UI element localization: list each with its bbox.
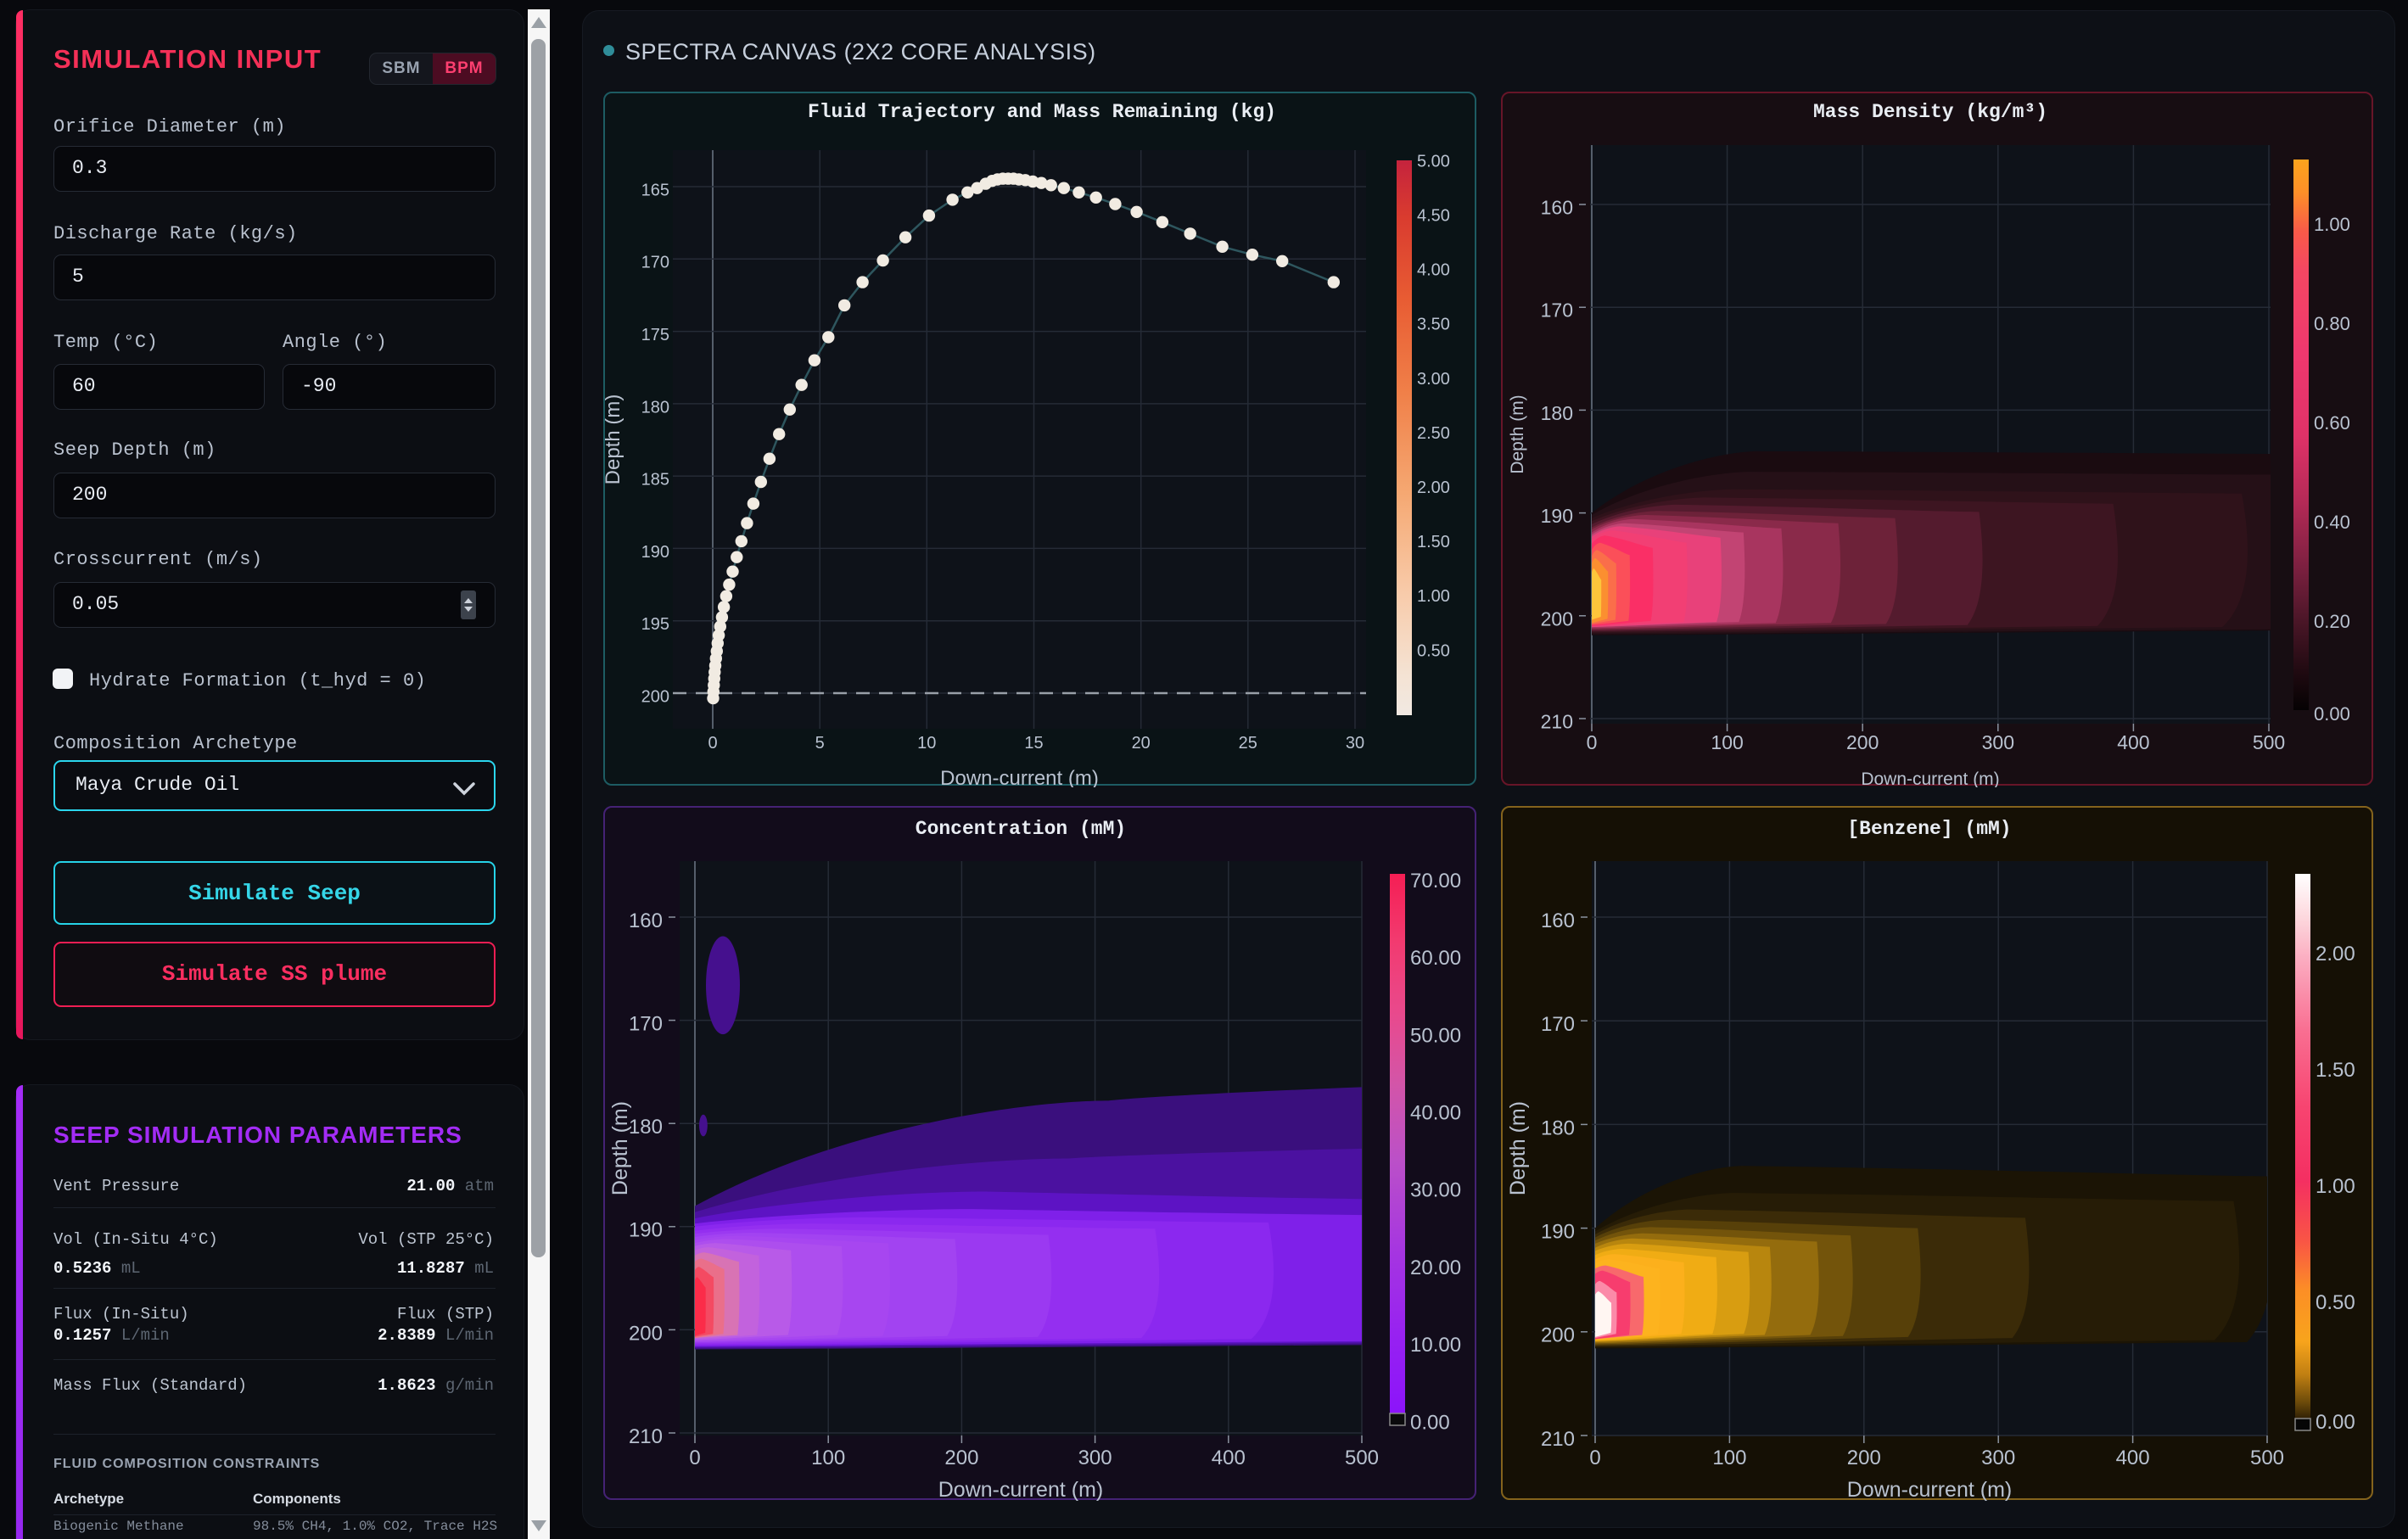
svg-text:200: 200 xyxy=(641,687,669,706)
svg-text:190: 190 xyxy=(629,1219,663,1242)
svg-text:165: 165 xyxy=(641,181,669,199)
svg-text:Down-current (m): Down-current (m) xyxy=(1861,770,1999,787)
svg-text:0.20: 0.20 xyxy=(2314,611,2350,632)
svg-text:1.00: 1.00 xyxy=(2314,214,2350,235)
svg-text:400: 400 xyxy=(1212,1447,1246,1469)
svg-text:195: 195 xyxy=(641,615,669,634)
svg-text:100: 100 xyxy=(811,1447,845,1469)
svg-text:Down-current (m): Down-current (m) xyxy=(940,767,1099,787)
svg-text:Down-current (m): Down-current (m) xyxy=(1847,1478,2012,1502)
svg-text:30: 30 xyxy=(1346,734,1364,753)
svg-text:210: 210 xyxy=(629,1425,663,1448)
svg-text:200: 200 xyxy=(1541,1324,1575,1347)
svg-text:5.00: 5.00 xyxy=(1417,152,1450,171)
svg-text:100: 100 xyxy=(1712,1447,1746,1469)
svg-text:20.00: 20.00 xyxy=(1410,1256,1461,1279)
svg-text:Down-current (m): Down-current (m) xyxy=(938,1478,1103,1502)
svg-text:5: 5 xyxy=(815,734,825,753)
svg-text:Concentration (mM): Concentration (mM) xyxy=(916,818,1126,840)
svg-text:170: 170 xyxy=(629,1013,663,1036)
svg-text:0.50: 0.50 xyxy=(2316,1291,2355,1314)
svg-text:160: 160 xyxy=(1541,909,1575,932)
svg-text:0: 0 xyxy=(708,734,717,753)
svg-text:210: 210 xyxy=(1541,1428,1575,1451)
svg-text:190: 190 xyxy=(1541,505,1573,527)
svg-text:0.80: 0.80 xyxy=(2314,313,2350,334)
svg-text:Depth (m): Depth (m) xyxy=(1506,1101,1530,1195)
svg-text:190: 190 xyxy=(1541,1221,1575,1244)
svg-text:190: 190 xyxy=(641,543,669,562)
svg-text:1.00: 1.00 xyxy=(2316,1175,2355,1198)
svg-text:3.00: 3.00 xyxy=(1417,370,1450,389)
svg-text:0.00: 0.00 xyxy=(2316,1411,2355,1434)
svg-text:185: 185 xyxy=(641,471,669,490)
svg-text:210: 210 xyxy=(1541,711,1573,733)
svg-text:180: 180 xyxy=(641,398,669,417)
svg-text:300: 300 xyxy=(1982,731,2014,753)
svg-text:10: 10 xyxy=(917,734,936,753)
svg-text:Mass Density (kg/m³): Mass Density (kg/m³) xyxy=(1813,101,2047,123)
svg-text:500: 500 xyxy=(2250,1447,2284,1469)
svg-text:25: 25 xyxy=(1239,734,1257,753)
svg-text:170: 170 xyxy=(1541,299,1573,322)
svg-text:180: 180 xyxy=(1541,1116,1575,1139)
svg-text:400: 400 xyxy=(2116,1447,2150,1469)
svg-text:4.00: 4.00 xyxy=(1417,261,1450,280)
svg-text:1.00: 1.00 xyxy=(1417,587,1450,606)
svg-text:2.50: 2.50 xyxy=(1417,424,1450,443)
svg-text:Depth (m): Depth (m) xyxy=(608,1101,632,1195)
svg-text:2.00: 2.00 xyxy=(1417,478,1450,497)
svg-text:2.00: 2.00 xyxy=(2316,943,2355,965)
svg-text:200: 200 xyxy=(944,1447,978,1469)
svg-text:0.00: 0.00 xyxy=(1410,1411,1450,1434)
svg-text:30.00: 30.00 xyxy=(1410,1179,1461,1202)
svg-text:200: 200 xyxy=(629,1322,663,1345)
svg-text:200: 200 xyxy=(1847,1447,1881,1469)
svg-text:180: 180 xyxy=(1541,402,1573,424)
svg-text:500: 500 xyxy=(1345,1447,1379,1469)
svg-text:0: 0 xyxy=(1587,731,1598,753)
svg-text:0.60: 0.60 xyxy=(2314,412,2350,434)
svg-text:0.00: 0.00 xyxy=(2314,703,2350,725)
svg-text:300: 300 xyxy=(1078,1447,1112,1469)
svg-text:300: 300 xyxy=(1981,1447,2015,1469)
svg-text:[Benzene] (mM): [Benzene] (mM) xyxy=(1847,818,2011,840)
svg-text:400: 400 xyxy=(2117,731,2149,753)
svg-text:175: 175 xyxy=(641,326,669,344)
svg-text:3.50: 3.50 xyxy=(1417,316,1450,334)
svg-text:170: 170 xyxy=(641,254,669,272)
svg-text:4.50: 4.50 xyxy=(1417,207,1450,226)
svg-text:0: 0 xyxy=(1589,1447,1600,1469)
svg-text:100: 100 xyxy=(1711,731,1743,753)
svg-text:10.00: 10.00 xyxy=(1410,1334,1461,1357)
svg-text:180: 180 xyxy=(629,1116,663,1139)
svg-text:0.40: 0.40 xyxy=(2314,512,2350,533)
svg-text:20: 20 xyxy=(1132,734,1151,753)
svg-text:1.50: 1.50 xyxy=(2316,1059,2355,1082)
svg-text:50.00: 50.00 xyxy=(1410,1024,1461,1047)
svg-text:500: 500 xyxy=(2253,731,2285,753)
svg-text:200: 200 xyxy=(1846,731,1879,753)
svg-text:Depth (m): Depth (m) xyxy=(1508,395,1527,473)
svg-text:160: 160 xyxy=(629,909,663,932)
svg-text:200: 200 xyxy=(1541,607,1573,630)
svg-text:15: 15 xyxy=(1024,734,1043,753)
svg-text:Fluid Trajectory and Mass Rema: Fluid Trajectory and Mass Remaining (kg) xyxy=(808,101,1276,123)
svg-text:1.50: 1.50 xyxy=(1417,533,1450,551)
svg-text:170: 170 xyxy=(1541,1013,1575,1036)
svg-text:70.00: 70.00 xyxy=(1410,870,1461,893)
svg-text:60.00: 60.00 xyxy=(1410,947,1461,970)
svg-text:0: 0 xyxy=(689,1447,700,1469)
svg-text:0.50: 0.50 xyxy=(1417,641,1450,660)
svg-text:160: 160 xyxy=(1541,197,1573,219)
svg-text:Depth (m): Depth (m) xyxy=(605,395,624,485)
svg-text:40.00: 40.00 xyxy=(1410,1102,1461,1125)
